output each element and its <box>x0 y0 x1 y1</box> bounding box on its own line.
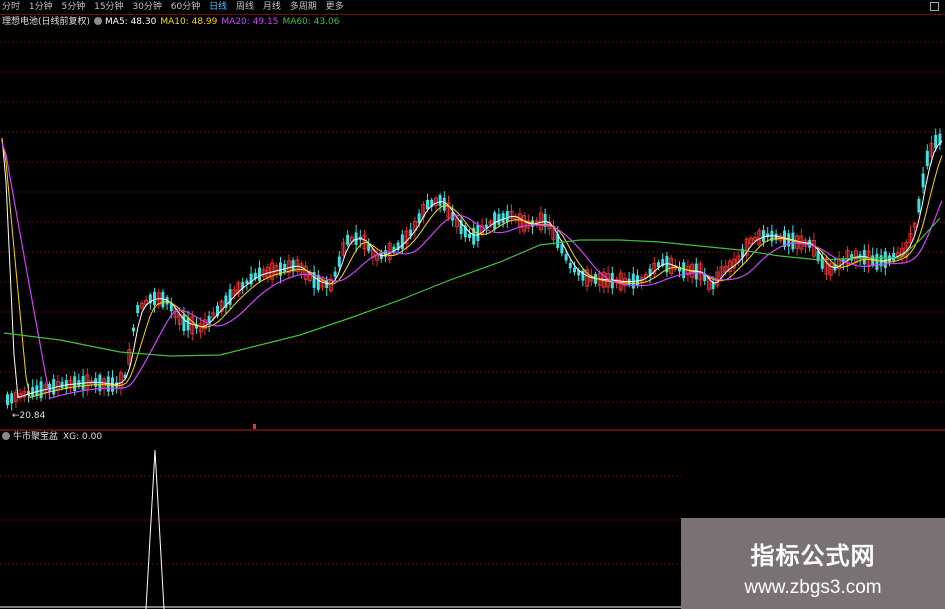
candle-body-down <box>564 253 568 261</box>
candle-body-down <box>560 244 564 254</box>
candle-body-down <box>497 213 501 225</box>
candle-body-down <box>568 262 572 269</box>
candle-body-down <box>573 267 576 273</box>
candle-body-down <box>850 254 854 261</box>
watermark-title: 指标公式网 <box>750 542 876 570</box>
candle-body-down <box>186 317 190 331</box>
indicator-settings-icon[interactable] <box>2 432 10 440</box>
low-price-label: ←20.84 <box>12 411 45 421</box>
candle-body-down <box>442 197 446 211</box>
candle-body-down <box>426 199 429 210</box>
candle-body-down <box>31 387 35 397</box>
candle-body-down <box>39 381 43 399</box>
signal-spike <box>145 449 165 609</box>
candle-body-down <box>501 213 505 223</box>
candle-body-down <box>35 385 39 397</box>
candle-body-down <box>132 327 135 332</box>
candle-body-down <box>52 379 56 395</box>
candle-body-down <box>883 251 887 268</box>
candle-body-down <box>657 262 660 268</box>
candle-body-down <box>115 382 119 388</box>
ma5-line <box>1 137 943 399</box>
candle-body-down <box>762 230 765 242</box>
candle-body-down <box>258 267 261 281</box>
candle-body-down <box>60 381 64 389</box>
candle-body-down <box>10 393 14 404</box>
candle-body-down <box>682 262 686 279</box>
ma20-line <box>1 142 943 400</box>
candle-body-down <box>153 291 156 306</box>
watermark-banner: 指标公式网 www.zbgs3.com <box>681 518 945 609</box>
candle-body-down <box>493 212 497 230</box>
ma10-line <box>1 139 943 399</box>
indicator-legend: 牛市聚宝盆 XG: 0.00 <box>2 432 107 443</box>
candle-body-down <box>346 234 350 245</box>
candle-body-down <box>892 252 896 261</box>
candle-body-down <box>484 224 488 228</box>
candle-body-down <box>917 198 921 213</box>
candle-body-down <box>505 211 509 222</box>
candle-body-down <box>245 280 249 284</box>
candle-body-down <box>182 314 186 331</box>
candle-body-down <box>438 195 442 206</box>
low-price-arrow-icon: ← <box>12 411 20 421</box>
candle-body-down <box>283 263 287 272</box>
candle-body-down <box>468 233 471 238</box>
candle-body-down <box>875 253 879 270</box>
candle-body-down <box>6 394 9 406</box>
xg-value: XG: 0.00 <box>63 432 103 442</box>
candle-body-down <box>934 134 938 149</box>
candle-body-down <box>337 256 341 267</box>
watermark-url: www.zbgs3.com <box>744 577 882 598</box>
signal-marker <box>253 424 256 429</box>
candle-body-down <box>921 173 925 188</box>
candle-body-down <box>925 150 929 167</box>
candle-body-down <box>136 305 140 314</box>
candle-body-down <box>333 271 337 277</box>
low-price-value: 20.84 <box>19 411 46 421</box>
candle-body-down <box>400 234 404 250</box>
indicator-title[interactable]: 牛市聚宝盆 <box>13 432 58 442</box>
